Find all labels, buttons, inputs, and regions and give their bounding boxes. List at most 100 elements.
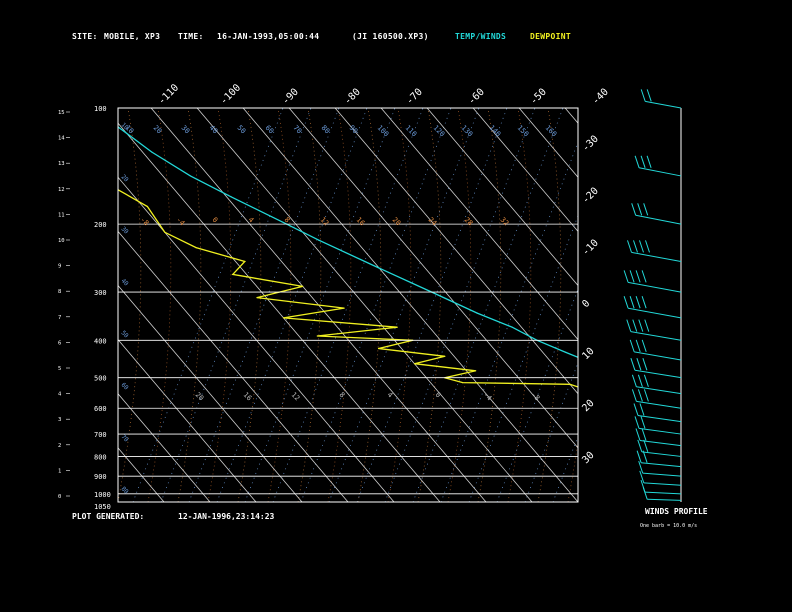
mixing-ratio-label: 140: [488, 124, 503, 139]
dewpoint-trace-point: [244, 260, 246, 263]
height-label: 15: [58, 110, 65, 116]
height-label: 14: [58, 136, 65, 142]
right-isotherm-label: -10: [580, 238, 601, 259]
dewpoint-trace-point: [282, 317, 285, 319]
temperature-trace: [118, 126, 578, 359]
wind-barb-flag: [635, 339, 641, 353]
temperature-trace-point: [151, 151, 153, 153]
mixing-ratio-line: [468, 214, 578, 502]
height-label: 4: [58, 392, 62, 398]
pressure-label: 800: [94, 453, 107, 461]
height-label: 3: [58, 417, 61, 423]
dewpoint-trace-point: [608, 396, 609, 397]
left-ratio-label: 20: [120, 173, 130, 183]
adiabat-line: [28, 108, 51, 502]
lower-label: 12: [290, 391, 302, 403]
plot-area: [0, 108, 792, 502]
wind-barb: [638, 427, 682, 435]
dewpoint-trace-point: [462, 382, 464, 384]
wind-barb-flag: [644, 319, 650, 332]
lower-label: 4: [386, 391, 395, 400]
top-isotherm-label: -50: [528, 87, 549, 108]
dewpoint-trace-point: [444, 355, 446, 357]
wind-barb-flag: [641, 270, 647, 283]
mixing-ratio-line: [160, 108, 312, 502]
dewpoint-trace-point: [750, 456, 751, 457]
pressure-label: 1050: [94, 503, 111, 511]
wind-barb: [628, 307, 682, 319]
mixing-ratio-line: [496, 288, 578, 502]
wind-barb-flag: [633, 403, 639, 416]
wind-barb-flag: [641, 296, 647, 309]
isotherm-line: [118, 284, 303, 502]
isotherm-line: [118, 122, 441, 502]
height-label: 9: [58, 264, 61, 270]
wind-barb-flag: [633, 240, 638, 253]
wind-barb-flag: [634, 416, 640, 429]
top-isotherm-label: -110: [156, 82, 181, 107]
temperature-trace-point: [318, 239, 320, 241]
isotherm-line: [118, 176, 395, 502]
wind-barb-flag: [629, 339, 635, 353]
right-isotherm-label: -20: [580, 186, 601, 207]
adiabat-line: [718, 108, 741, 502]
adiabat-label: -4: [175, 216, 187, 228]
temperature-trace-point: [511, 326, 513, 328]
isotherm-line: [611, 108, 792, 502]
lower-label: 16: [242, 391, 254, 403]
temperature-trace-point: [773, 456, 774, 457]
right-isotherm-label: 10: [580, 346, 596, 362]
mixing-ratio-label: 130: [460, 124, 475, 139]
wind-barb-flag: [638, 319, 644, 332]
wind-barb-flag: [635, 270, 641, 283]
wind-barb-flag: [646, 89, 652, 102]
right-isotherm-label: -30: [580, 134, 601, 155]
adiabat-label: 12: [319, 216, 331, 228]
height-label: 1: [58, 468, 61, 474]
wind-barb-flag: [629, 270, 635, 283]
wind-barb-flag: [623, 296, 629, 309]
wind-barb: [631, 251, 682, 263]
wind-barb-flag: [623, 270, 629, 283]
dewpoint-trace-point: [343, 307, 345, 309]
isotherm-line: [426, 108, 578, 287]
mixing-ratio-label: 150: [516, 124, 531, 139]
adiabat-label: 4: [247, 216, 256, 225]
dewpoint-trace-point: [569, 383, 571, 385]
pressure-label: 1000: [94, 491, 111, 499]
adiabat-label: 32: [499, 216, 511, 228]
wind-barb-flag: [640, 416, 646, 429]
temperature-trace-point: [565, 351, 567, 353]
adiabat-line: [387, 108, 412, 502]
wind-barb: [634, 369, 682, 379]
top-isotherm-label: -90: [280, 87, 301, 108]
wind-barb-flag: [641, 428, 647, 441]
dewpoint-trace-point: [670, 421, 671, 422]
adiabat-line: [0, 108, 21, 502]
dewpoint-trace-point: [164, 231, 166, 233]
mixing-ratio-line: [356, 108, 508, 502]
adiabat-label: -8: [139, 216, 151, 228]
wind-barb-flag: [646, 155, 652, 168]
temperature-trace-point: [750, 445, 751, 446]
wind-barb: [642, 472, 682, 477]
mixing-ratio-label: 90: [348, 124, 360, 136]
wind-barb-flag: [631, 203, 637, 216]
skewt-chart: 1002003004005006007008009001000105001234…: [0, 82, 792, 511]
pressure-label: 500: [94, 375, 107, 383]
height-label: 12: [58, 187, 65, 193]
wind-barb: [644, 491, 682, 495]
wind-barb-flag: [637, 439, 643, 453]
adiabat-line: [118, 108, 142, 502]
lower-label: 8: [338, 391, 347, 400]
dewpoint-trace-point: [777, 466, 778, 467]
dewpoint-trace-point: [93, 175, 94, 176]
wind-barb: [636, 400, 682, 409]
wind-barb-flag: [645, 240, 650, 253]
dewpoint-trace-point: [302, 285, 304, 287]
height-label: 10: [58, 238, 65, 244]
pressure-label: 400: [94, 337, 107, 345]
adiabat-line: [88, 108, 111, 502]
adiabat-label: 0: [211, 216, 220, 225]
temperature-trace-point: [727, 434, 728, 435]
